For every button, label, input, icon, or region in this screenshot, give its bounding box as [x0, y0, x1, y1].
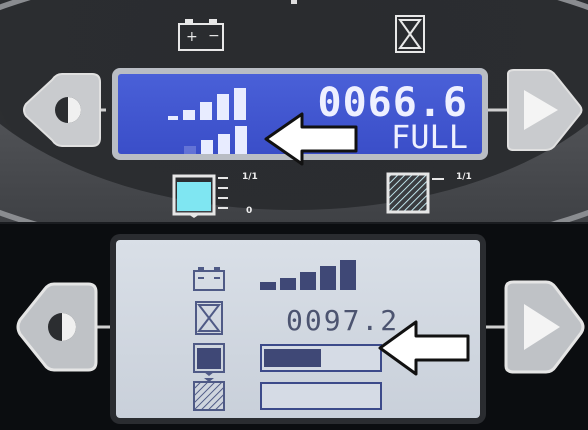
battery-level-bars: [168, 88, 246, 120]
level-segment: [201, 140, 213, 154]
level-segment: [235, 126, 247, 154]
level-segment: [218, 134, 230, 154]
contrast-icon: [55, 97, 81, 123]
recovery-tank-icon: [193, 378, 225, 411]
solution-level-fill: [264, 349, 321, 367]
level-segment: [168, 116, 178, 120]
contrast-button[interactable]: [22, 72, 114, 148]
level-segment: [184, 146, 196, 154]
hourglass-icon: [395, 15, 425, 53]
svg-text:−: −: [208, 28, 220, 44]
level-segment: [234, 88, 246, 120]
clean-water-tank-icon: [172, 174, 216, 218]
clean-water-tank-icon: [193, 343, 225, 376]
next-button[interactable]: [488, 68, 584, 152]
tank-status-text: FULL: [390, 118, 468, 154]
level-segment: [280, 278, 296, 290]
battery-icon: + −: [178, 19, 224, 51]
control-panel-top: + − 0066.6 FULL 1/1 0 1/1: [0, 0, 588, 222]
battery-level-bars: [260, 258, 356, 290]
recovery-tank-icon: [386, 172, 430, 214]
indicator-dot: [291, 0, 297, 4]
level-segment: [217, 94, 229, 120]
tank-level-bars: [184, 126, 247, 154]
recovery-level-tick: [432, 178, 444, 180]
recovery-full-label: 1/1: [456, 172, 472, 182]
level-segment: [320, 266, 336, 290]
level-segment: [200, 102, 212, 120]
pointer-arrow-icon: [264, 112, 358, 166]
svg-text:+: +: [186, 29, 198, 45]
contrast-icon: [48, 313, 76, 341]
next-button[interactable]: [486, 278, 586, 376]
contrast-button[interactable]: [14, 280, 114, 374]
pointer-arrow-icon: [378, 320, 470, 376]
solution-level-gauge: [260, 344, 382, 372]
control-panel-bottom: 0097.2: [0, 224, 588, 430]
level-segment: [340, 260, 356, 290]
level-segment: [260, 282, 276, 290]
level-segment: [183, 110, 195, 120]
battery-icon: [193, 267, 225, 291]
hourglass-icon: [195, 301, 223, 335]
water-empty-label: 0: [246, 206, 253, 216]
level-segment: [300, 272, 316, 290]
recovery-level-gauge: [260, 382, 382, 410]
water-full-label: 1/1: [242, 172, 258, 182]
